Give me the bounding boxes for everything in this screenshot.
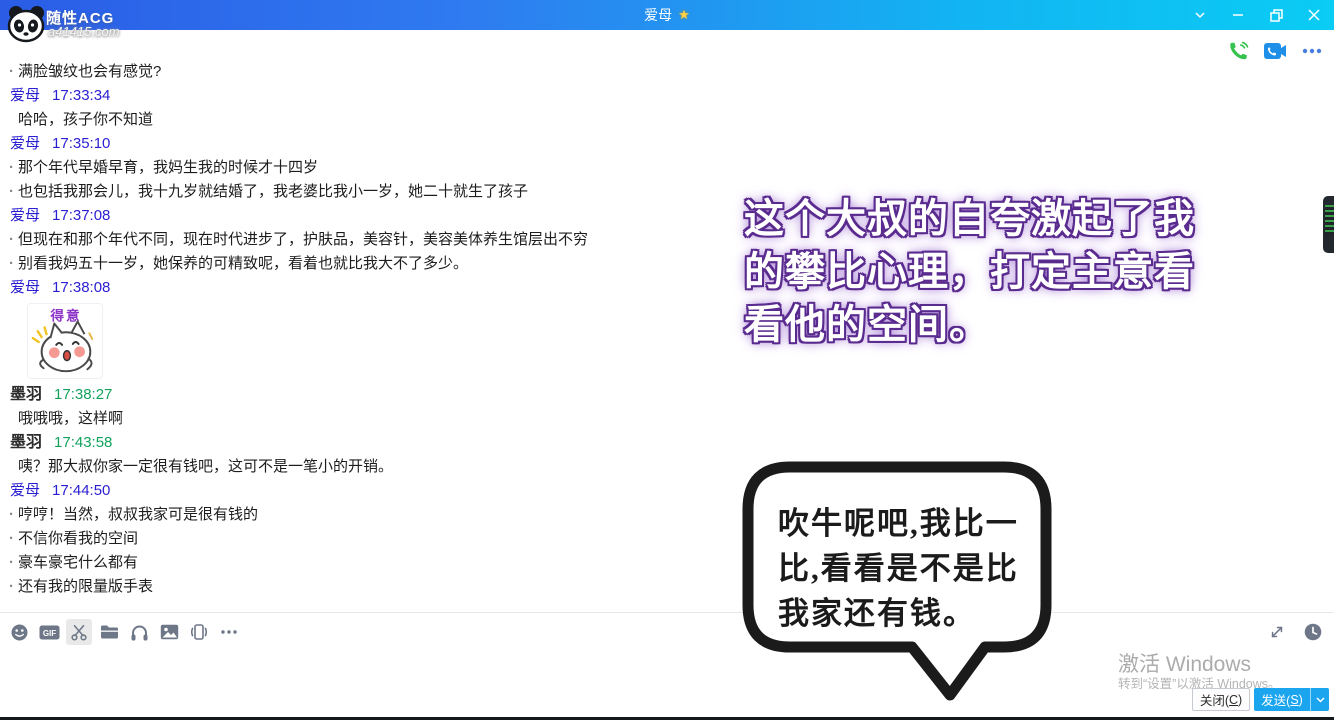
chat-message: 满脸皱纹也会有感觉? (0, 60, 742, 84)
chat-title-area: 爱母 ★ (0, 0, 1334, 30)
emoji-icon[interactable] (6, 619, 32, 645)
chat-message: 哈哈，孩子你不知道 (0, 108, 742, 132)
message-timestamp: 17:37:08 (52, 207, 110, 224)
voice-call-icon[interactable] (1226, 40, 1250, 62)
scrollbar-thumb[interactable] (1323, 196, 1334, 253)
chat-meta-row: 爱母 17:37:08 (0, 204, 742, 228)
file-folder-icon[interactable] (96, 619, 122, 645)
bubble-line: 比,看看是不是比 (778, 546, 1019, 591)
narration-line: 看他的空间。 (744, 298, 1249, 351)
bubble-line: 吹牛呢吧,我比一 (778, 501, 1019, 546)
app-domain-watermark: a41415.com (48, 24, 120, 39)
sender-name[interactable]: 墨羽 (10, 434, 42, 451)
chat-message: 也包括我那会儿，我十九岁就结婚了，我老婆比我小一岁，她二十就生了孩子 (0, 180, 742, 204)
shake-window-icon[interactable] (186, 619, 212, 645)
send-button-label[interactable]: 发送(S) (1254, 688, 1310, 711)
send-button[interactable]: 发送(S) (1254, 688, 1329, 711)
more-actions-icon[interactable] (1300, 40, 1324, 62)
chat-message: 还有我的限量版手表 (0, 575, 742, 599)
chat-message: 不信你看我的空间 (0, 527, 742, 551)
message-timestamp: 17:38:27 (54, 386, 112, 403)
chat-meta-row: 爱母 17:33:34 (0, 84, 742, 108)
bubble-line: 我家还有钱。 (778, 591, 1019, 636)
restore-button[interactable] (1262, 2, 1290, 28)
input-divider (0, 612, 1334, 613)
chat-title: 爱母 (644, 5, 672, 25)
sender-name[interactable]: 墨羽 (10, 386, 42, 403)
chat-message: 别看我妈五十一岁，她保养的可精致呢，看着也就比我大不了多少。 (0, 252, 742, 276)
message-timestamp: 17:35:10 (52, 135, 110, 152)
message-history-clock-icon[interactable] (1300, 619, 1326, 645)
narration-overlay: 这个大叔的自夸激起了我 的攀比心理，打定主意看 看他的空间。 (744, 192, 1249, 351)
narration-line: 的攀比心理，打定主意看 (744, 245, 1249, 298)
sticker-message[interactable]: 得意 (0, 300, 742, 383)
chat-window: 爱母 ★ 随性ACG a41415.com (0, 0, 1334, 720)
message-timestamp: 17:44:50 (52, 482, 110, 499)
image-icon[interactable] (156, 619, 182, 645)
sender-name[interactable]: 爱母 (10, 279, 40, 296)
chat-message: 豪车豪宅什么都有 (0, 551, 742, 575)
chat-message: 但现在和那个年代不同，现在时代进步了，护肤品，美容针，美容美体养生馆层出不穷 (0, 228, 742, 252)
chat-meta-row: 爱母 17:35:10 (0, 132, 742, 156)
fullscreen-expand-icon[interactable] (1264, 619, 1290, 645)
send-options-chevron-icon[interactable] (1310, 688, 1329, 711)
close-button[interactable] (1300, 2, 1328, 28)
screenshot-scissors-icon[interactable] (66, 619, 92, 645)
chat-meta-row: 爱母 17:38:08 (0, 276, 742, 300)
sender-name[interactable]: 爱母 (10, 482, 40, 499)
sparkle-icon (33, 327, 47, 342)
more-tools-icon[interactable] (216, 619, 242, 645)
gif-icon[interactable]: GIF (36, 619, 62, 645)
star-icon: ★ (678, 7, 690, 23)
chat-message: 哼哼！当然，叔叔我家可是很有钱的 (0, 503, 742, 527)
chat-meta-row: 爱母 17:44:50 (0, 479, 742, 503)
video-call-icon[interactable] (1263, 40, 1287, 62)
sender-name[interactable]: 爱母 (10, 87, 40, 104)
chat-meta-row: 墨羽 17:38:27 (0, 383, 742, 407)
titlebar[interactable]: 爱母 ★ (0, 0, 1334, 30)
minimize-button[interactable] (1224, 2, 1252, 28)
svg-text:GIF: GIF (42, 629, 55, 638)
chat-meta-row: 墨羽 17:43:58 (0, 431, 742, 455)
message-timestamp: 17:43:58 (54, 434, 112, 451)
narration-line: 这个大叔的自夸激起了我 (744, 192, 1249, 245)
sticker-image[interactable]: 得意 (27, 303, 103, 379)
speech-bubble: 吹牛呢吧,我比一 比,看看是不是比 我家还有钱。 (742, 461, 1054, 703)
music-icon[interactable] (126, 619, 152, 645)
app-logo-panda-icon (6, 3, 46, 45)
sticker-caption: 得意 (49, 308, 81, 324)
chat-message: 咦？那大叔你家一定很有钱吧，这可不是一笔小的开销。 (0, 455, 742, 479)
chat-message: 那个年代早婚早育，我妈生我的时候才十四岁 (0, 156, 742, 180)
close-chat-button[interactable]: 关闭(C) (1192, 688, 1250, 711)
sender-name[interactable]: 爱母 (10, 135, 40, 152)
chat-message: 哦哦哦，这样啊 (0, 407, 742, 431)
chat-messages[interactable]: 满脸皱纹也会有感觉?爱母17:33:34哈哈，孩子你不知道爱母17:35:10那… (0, 60, 742, 599)
collapse-chevron-button[interactable] (1186, 2, 1214, 28)
sender-name[interactable]: 爱母 (10, 207, 40, 224)
message-timestamp: 17:38:08 (52, 279, 110, 296)
message-timestamp: 17:33:34 (52, 87, 110, 104)
